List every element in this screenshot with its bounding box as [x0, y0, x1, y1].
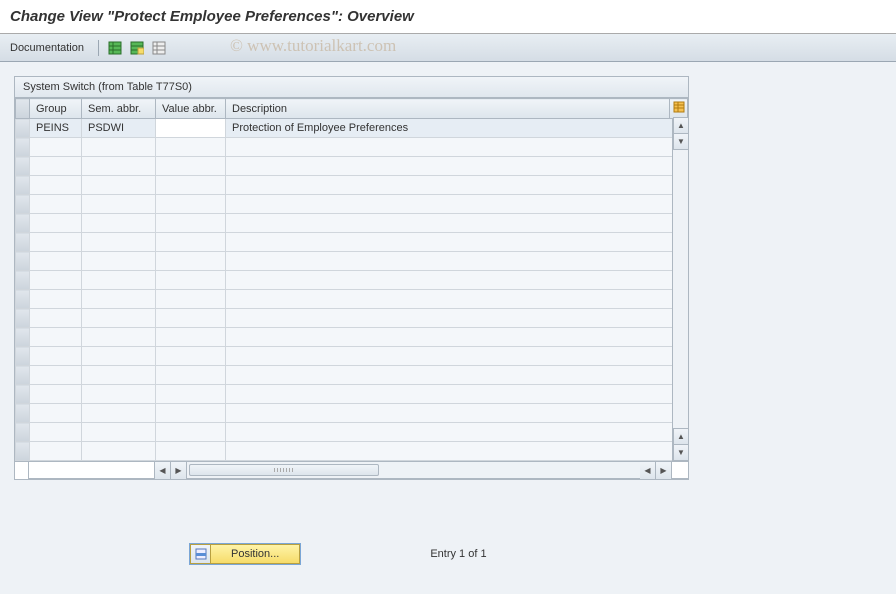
page-title: Change View "Protect Employee Preference… [0, 0, 896, 34]
position-button[interactable]: Position... [190, 544, 300, 564]
table-row: PEINSPSDWI Protection of Employee Prefere… [16, 119, 688, 138]
cell-desc: Protection of Employee Preferences [226, 119, 688, 138]
row-selector[interactable] [16, 233, 30, 252]
table-row-empty [16, 404, 688, 423]
row-selector[interactable] [16, 442, 30, 461]
position-button-label: Position... [211, 548, 299, 560]
table-row-empty [16, 366, 688, 385]
row-selector[interactable] [16, 423, 30, 442]
toolbar-separator [98, 40, 99, 56]
col-config-button[interactable] [670, 99, 688, 119]
hscroll-left-button[interactable]: ◀ [154, 461, 171, 480]
row-selector[interactable] [16, 138, 30, 157]
table-row-empty [16, 214, 688, 233]
row-selector[interactable] [16, 290, 30, 309]
row-selector[interactable] [16, 347, 30, 366]
vscroll-down-button[interactable]: ▼ [673, 444, 689, 461]
table-row-empty [16, 328, 688, 347]
hscroll-thumb[interactable] [189, 464, 379, 476]
table-row-empty [16, 347, 688, 366]
row-selector[interactable] [16, 252, 30, 271]
horizontal-scrollbar: ◀ ▶ ◀ ▶ [15, 461, 688, 479]
table-row-empty [16, 176, 688, 195]
hscroll-track[interactable] [187, 462, 640, 479]
row-selector[interactable] [16, 385, 30, 404]
table-row-empty [16, 290, 688, 309]
table-settings-icon [673, 101, 685, 113]
toolbar-icon-2[interactable] [127, 39, 147, 57]
toolbar-icon-1[interactable] [105, 39, 125, 57]
cell-sem: PSDWI [82, 119, 156, 138]
vscroll-up-button[interactable]: ▲ [673, 117, 689, 134]
hscroll-right-button[interactable]: ▶ [655, 461, 672, 480]
row-selector[interactable] [16, 157, 30, 176]
col-header-value[interactable]: Value abbr. [156, 99, 226, 119]
hscroll-step-right-button[interactable]: ▶ [170, 461, 187, 480]
vscroll-step-up-end-button[interactable]: ▲ [673, 428, 689, 445]
hscroll-step-left-end-button[interactable]: ◀ [639, 461, 656, 480]
cell-group: PEINS [30, 119, 82, 138]
position-icon [191, 545, 211, 563]
table-row-empty [16, 423, 688, 442]
col-header-desc[interactable]: Description [226, 99, 670, 119]
table-row-empty [16, 138, 688, 157]
col-header-group[interactable]: Group [30, 99, 82, 119]
application-toolbar: Documentation [0, 34, 896, 62]
select-all-header[interactable] [16, 99, 30, 119]
content-area: System Switch (from Table T77S0) Group S… [0, 62, 896, 594]
row-selector[interactable] [16, 366, 30, 385]
table-frame: System Switch (from Table T77S0) Group S… [14, 76, 689, 480]
table-row-empty [16, 252, 688, 271]
toolbar-icon-3[interactable] [149, 39, 169, 57]
table-row-empty [16, 271, 688, 290]
table-row-empty [16, 442, 688, 461]
vertical-scrollbar: ▲▼▲▼ [672, 118, 688, 461]
table-row-empty [16, 233, 688, 252]
table-row-empty [16, 385, 688, 404]
footer-row: Position... Entry 1 of 1 [0, 544, 896, 564]
vscroll-step-down-button[interactable]: ▼ [673, 133, 689, 150]
row-selector[interactable] [16, 119, 30, 138]
vscroll-track[interactable] [673, 150, 688, 428]
table-row-empty [16, 309, 688, 328]
col-header-sem[interactable]: Sem. abbr. [82, 99, 156, 119]
row-selector[interactable] [16, 214, 30, 233]
row-selector[interactable] [16, 195, 30, 214]
row-selector[interactable] [16, 271, 30, 290]
row-selector[interactable] [16, 328, 30, 347]
table-caption: System Switch (from Table T77S0) [15, 77, 688, 98]
row-selector[interactable] [16, 404, 30, 423]
cell-value[interactable] [156, 119, 226, 138]
data-table: Group Sem. abbr. Value abbr. Description… [15, 98, 688, 461]
row-selector[interactable] [16, 176, 30, 195]
documentation-label[interactable]: Documentation [10, 42, 84, 54]
table-row-empty [16, 195, 688, 214]
row-selector[interactable] [16, 309, 30, 328]
table-row-empty [16, 157, 688, 176]
entry-counter: Entry 1 of 1 [430, 548, 486, 560]
